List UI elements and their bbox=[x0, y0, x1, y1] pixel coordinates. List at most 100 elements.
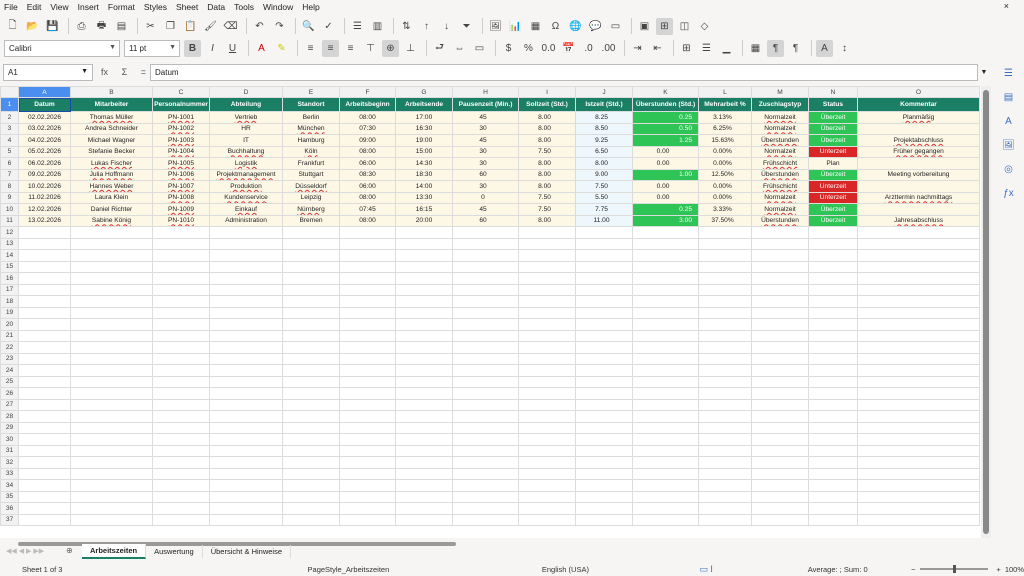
header-cell[interactable]: Abteilung bbox=[209, 97, 283, 112]
row-header[interactable]: 26 bbox=[0, 387, 19, 400]
cell-g[interactable]: 14:30 bbox=[395, 157, 453, 170]
cell-j[interactable]: 8.25 bbox=[575, 111, 633, 124]
empty-cell[interactable] bbox=[282, 479, 340, 492]
empty-cell[interactable] bbox=[632, 375, 699, 388]
empty-cell[interactable] bbox=[808, 410, 858, 423]
empty-cell[interactable] bbox=[339, 352, 396, 365]
empty-cell[interactable] bbox=[575, 444, 633, 457]
cell-i[interactable]: 8.00 bbox=[518, 168, 576, 181]
menu-file[interactable]: File bbox=[4, 2, 18, 12]
empty-cell[interactable] bbox=[575, 226, 633, 239]
cell-e[interactable]: Hamburg bbox=[282, 134, 340, 147]
row-icon[interactable]: ☰ bbox=[349, 18, 366, 35]
empty-cell[interactable] bbox=[395, 421, 453, 434]
empty-cell[interactable] bbox=[18, 283, 71, 296]
menu-data[interactable]: Data bbox=[207, 2, 225, 12]
empty-cell[interactable] bbox=[857, 513, 980, 526]
number-format-icon[interactable]: 0.0 bbox=[540, 40, 557, 57]
empty-cell[interactable] bbox=[339, 456, 396, 469]
header-cell[interactable]: Mitarbeiter bbox=[70, 97, 153, 112]
empty-cell[interactable] bbox=[18, 513, 71, 526]
cell-d[interactable]: Buchhaltung bbox=[209, 145, 283, 158]
cell-e[interactable]: Leipzig bbox=[282, 191, 340, 204]
column-header[interactable]: H bbox=[452, 86, 519, 98]
empty-cell[interactable] bbox=[452, 260, 519, 273]
cell-a[interactable]: 10.02.2026 bbox=[18, 180, 71, 193]
empty-cell[interactable] bbox=[282, 433, 340, 446]
empty-cell[interactable] bbox=[452, 237, 519, 250]
cell-c[interactable]: PN-1009 bbox=[152, 203, 210, 216]
empty-cell[interactable] bbox=[518, 249, 576, 262]
empty-cell[interactable] bbox=[339, 295, 396, 308]
cell-j[interactable]: 7.75 bbox=[575, 203, 633, 216]
empty-cell[interactable] bbox=[18, 444, 71, 457]
empty-cell[interactable] bbox=[70, 226, 153, 239]
empty-cell[interactable] bbox=[18, 272, 71, 285]
cell-c[interactable]: PN-1001 bbox=[152, 111, 210, 124]
empty-cell[interactable] bbox=[70, 410, 153, 423]
empty-cell[interactable] bbox=[282, 502, 340, 515]
empty-cell[interactable] bbox=[575, 387, 633, 400]
empty-cell[interactable] bbox=[575, 513, 633, 526]
empty-cell[interactable] bbox=[152, 398, 210, 411]
print-icon[interactable]: 🖶 bbox=[93, 18, 110, 35]
empty-cell[interactable] bbox=[209, 410, 283, 423]
navigator-icon[interactable]: ◎ bbox=[1002, 162, 1016, 176]
empty-cell[interactable] bbox=[632, 502, 699, 515]
cell-j[interactable]: 8.00 bbox=[575, 157, 633, 170]
cut-icon[interactable]: ✂ bbox=[142, 18, 159, 35]
empty-cell[interactable] bbox=[808, 352, 858, 365]
cell-k[interactable]: 0.00 bbox=[632, 145, 699, 158]
cell-o[interactable]: Meeting vorbereitung bbox=[857, 168, 980, 181]
empty-cell[interactable] bbox=[575, 272, 633, 285]
empty-cell[interactable] bbox=[395, 272, 453, 285]
empty-cell[interactable] bbox=[632, 352, 699, 365]
empty-cell[interactable] bbox=[575, 364, 633, 377]
empty-cell[interactable] bbox=[282, 329, 340, 342]
empty-cell[interactable] bbox=[152, 444, 210, 457]
empty-cell[interactable] bbox=[698, 318, 752, 331]
empty-cell[interactable] bbox=[70, 490, 153, 503]
empty-cell[interactable] bbox=[152, 490, 210, 503]
cell-h[interactable]: 45 bbox=[452, 111, 519, 124]
empty-cell[interactable] bbox=[18, 329, 71, 342]
underline-icon[interactable]: U bbox=[224, 40, 241, 57]
row-header[interactable]: 15 bbox=[0, 260, 19, 273]
empty-cell[interactable] bbox=[70, 467, 153, 480]
empty-cell[interactable] bbox=[339, 444, 396, 457]
row-header[interactable]: 33 bbox=[0, 467, 19, 480]
empty-cell[interactable] bbox=[575, 260, 633, 273]
empty-cell[interactable] bbox=[857, 226, 980, 239]
cell-g[interactable]: 14:00 bbox=[395, 180, 453, 193]
empty-cell[interactable] bbox=[575, 467, 633, 480]
row-header[interactable]: 5 bbox=[0, 145, 19, 158]
empty-cell[interactable] bbox=[282, 283, 340, 296]
cell-e[interactable]: Bremen bbox=[282, 214, 340, 227]
empty-cell[interactable] bbox=[518, 444, 576, 457]
empty-cell[interactable] bbox=[339, 375, 396, 388]
empty-cell[interactable] bbox=[395, 249, 453, 262]
empty-cell[interactable] bbox=[209, 490, 283, 503]
define-print-area-icon[interactable]: ▣ bbox=[636, 18, 653, 35]
empty-cell[interactable] bbox=[70, 272, 153, 285]
cell-a[interactable]: 06.02.2026 bbox=[18, 157, 71, 170]
empty-cell[interactable] bbox=[282, 272, 340, 285]
empty-cell[interactable] bbox=[209, 352, 283, 365]
tab-navigation[interactable]: ◀◀ ◀ ▶ ▶▶ bbox=[6, 547, 66, 555]
empty-cell[interactable] bbox=[857, 444, 980, 457]
empty-cell[interactable] bbox=[808, 398, 858, 411]
row-header[interactable]: 30 bbox=[0, 433, 19, 446]
gallery-icon[interactable]: 🖼 bbox=[1002, 138, 1016, 152]
menu-edit[interactable]: Edit bbox=[27, 2, 42, 12]
cell-e[interactable]: Frankfurt bbox=[282, 157, 340, 170]
empty-cell[interactable] bbox=[282, 398, 340, 411]
cell-o[interactable]: Jahresabschluss bbox=[857, 214, 980, 227]
cell-d[interactable]: Vertrieb bbox=[209, 111, 283, 124]
empty-cell[interactable] bbox=[808, 272, 858, 285]
empty-cell[interactable] bbox=[452, 329, 519, 342]
empty-cell[interactable] bbox=[339, 467, 396, 480]
sum-icon[interactable]: Σ bbox=[122, 67, 128, 77]
empty-cell[interactable] bbox=[857, 490, 980, 503]
cell-i[interactable]: 8.00 bbox=[518, 134, 576, 147]
cell-c[interactable]: PN-1008 bbox=[152, 191, 210, 204]
